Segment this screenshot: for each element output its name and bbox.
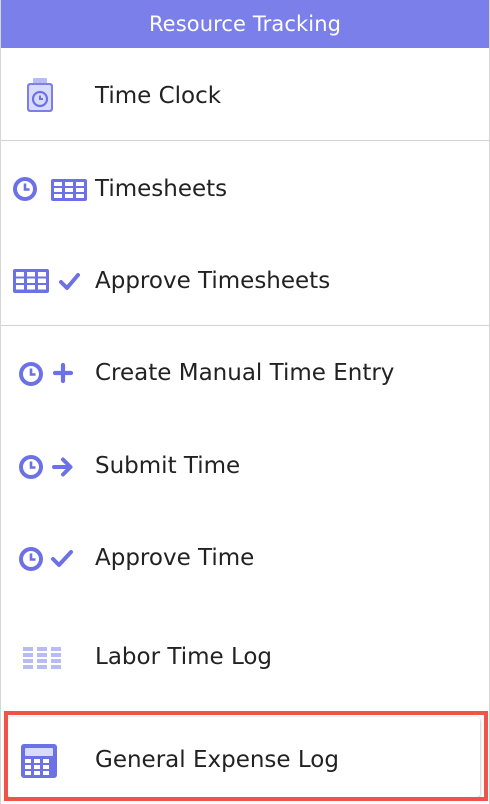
menu-item-label: Create Manual Time Entry xyxy=(95,360,395,386)
menu-item-label: Labor Time Log xyxy=(95,644,273,670)
menu-item-label: Time Clock xyxy=(95,83,222,109)
clock-arrow-icon xyxy=(1,446,93,486)
menu-header: Resource Tracking xyxy=(1,0,489,48)
menu-item-approve-timesheets[interactable]: Approve Timesheets xyxy=(1,260,489,302)
clock-plus-icon xyxy=(1,353,93,393)
menu-item-label: Submit Time xyxy=(95,453,241,479)
divider xyxy=(1,140,489,141)
grid-check-icon xyxy=(1,261,93,301)
menu-item-label: General Expense Log xyxy=(95,747,339,773)
menu-item-create-manual-time-entry[interactable]: Create Manual Time Entry xyxy=(1,352,489,394)
menu-item-label: Timesheets xyxy=(95,176,228,202)
clock-check-icon xyxy=(1,538,93,578)
clock-and-grid-icon xyxy=(1,169,93,209)
time-clock-icon xyxy=(1,76,93,116)
resource-tracking-menu: Resource Tracking Time Clock Timesheets … xyxy=(0,0,490,804)
divider xyxy=(1,325,489,326)
menu-item-general-expense-log[interactable]: General Expense Log xyxy=(1,738,489,782)
menu-item-time-clock[interactable]: Time Clock xyxy=(1,74,489,118)
labor-log-icon xyxy=(1,637,93,677)
menu-item-label: Approve Time xyxy=(95,545,255,571)
menu-item-label: Approve Timesheets xyxy=(95,268,331,294)
calculator-icon xyxy=(1,740,93,780)
menu-title: Resource Tracking xyxy=(148,12,342,36)
menu-item-labor-time-log[interactable]: Labor Time Log xyxy=(1,636,489,678)
menu-item-approve-time[interactable]: Approve Time xyxy=(1,537,489,579)
menu-item-submit-time[interactable]: Submit Time xyxy=(1,445,489,487)
menu-item-timesheets[interactable]: Timesheets xyxy=(1,168,489,210)
